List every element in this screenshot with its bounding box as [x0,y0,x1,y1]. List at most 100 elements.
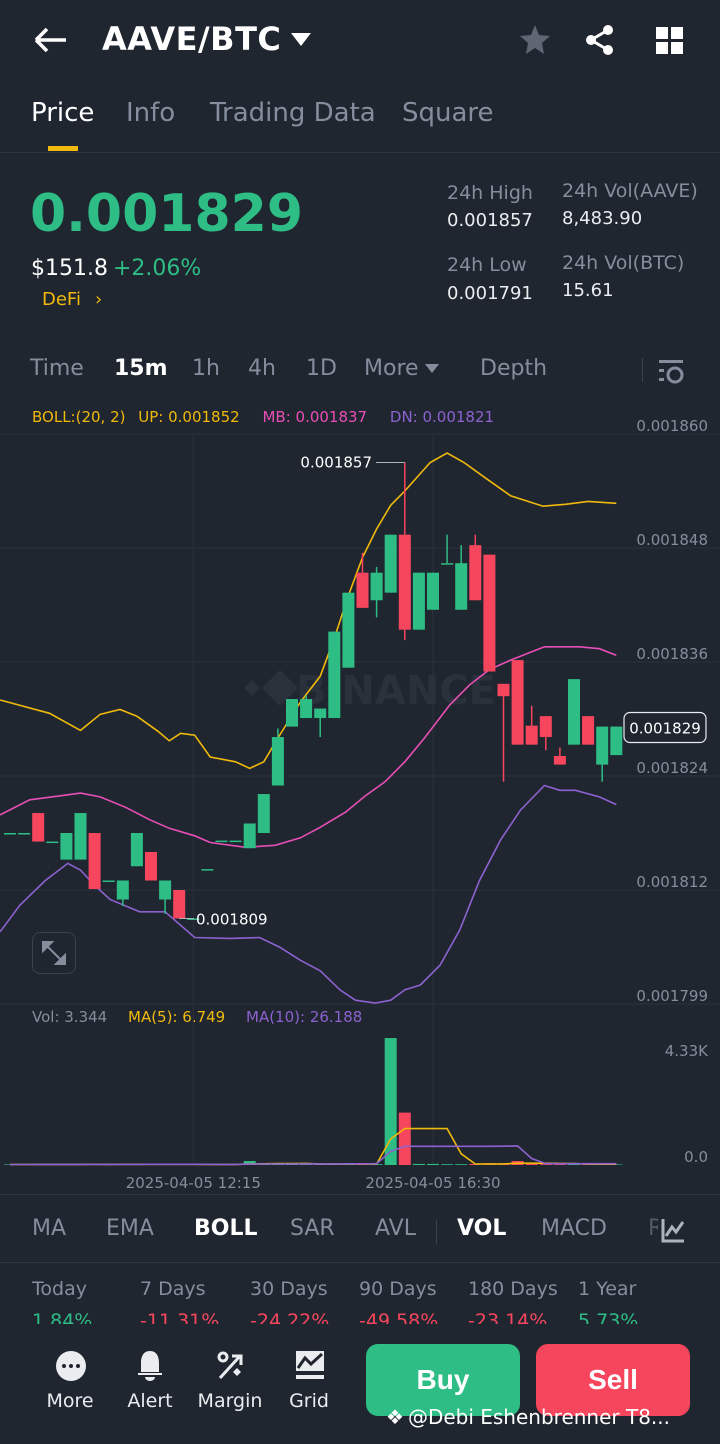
candle-body [159,880,172,900]
price-tick-label: 0.001812 [636,873,708,891]
margin-percent-icon[interactable] [216,1350,246,1382]
boll-lower-line [0,784,617,1004]
indicator-macd[interactable]: MACD [541,1216,607,1241]
indicator-avl[interactable]: AVL [375,1216,416,1241]
candle-body [539,716,552,738]
candle-body [427,572,439,610]
period-label: Today [32,1278,87,1300]
candle-body [356,572,369,608]
period-label: 180 Days [468,1278,558,1300]
price-tick-label: 0.001848 [636,531,708,549]
current-price-label: 0.001829 [629,720,701,738]
volume-bar [427,1163,439,1165]
candle-body [525,725,538,745]
indicator-sar[interactable]: SAR [290,1216,335,1241]
period-label: 30 Days [250,1278,328,1300]
candle-body [4,833,16,835]
candle-body [229,840,242,843]
low-marker-label: 0.001809 [196,911,268,929]
margin-label[interactable]: Margin [195,1390,265,1412]
candle-body [553,756,566,765]
period-change: 5.73% [578,1310,639,1324]
candle-body [32,813,45,842]
grid-bot-icon[interactable] [295,1350,325,1382]
binance-diamond-icon: ❖ [386,1405,404,1429]
candle-body [384,534,397,593]
candlestick-chart[interactable]: BINANCE 0.001860 0.001848 0.001836 0.001824… [0,0,720,1200]
volume-bar [455,1164,468,1165]
candle-body [497,683,510,697]
more-label[interactable]: More [35,1390,105,1412]
candle-body [455,563,468,610]
attribution-text: @Debi Eshenbrenner T8... [407,1405,670,1429]
fullscreen-button[interactable] [32,932,76,974]
high-marker-label: 0.001857 [300,454,372,472]
volume-bar [441,1164,454,1165]
candle-body [102,880,115,882]
candle-body [286,699,298,727]
candle-body [610,726,623,756]
grid-label[interactable]: Grid [274,1390,344,1412]
alert-label[interactable]: Alert [115,1390,185,1412]
indicator-vol[interactable]: VOL [457,1216,506,1241]
more-dots-icon [56,1351,86,1381]
indicator-boll[interactable]: BOLL [194,1216,258,1241]
divider [0,1194,720,1195]
period-change: -23.14% [468,1310,548,1324]
vol-ma10-line [10,1145,617,1166]
candle-body [60,833,73,860]
attribution: ❖ @Debi Eshenbrenner T8... [386,1405,670,1429]
period-change: -11.31% [140,1310,220,1324]
volume-tick-label: 4.33K [665,1042,709,1060]
candle-body [300,699,313,719]
indicator-ema[interactable]: EMA [106,1216,154,1241]
divider [0,1262,720,1263]
indicator-settings-icon[interactable] [660,1218,686,1244]
period-label: 7 Days [140,1278,206,1300]
candle-body [441,563,454,565]
candle-body [116,880,129,900]
candle-body [412,572,425,630]
candle-body [74,813,87,860]
candle-body [398,534,411,630]
bell-icon[interactable] [136,1350,164,1382]
period-label: 1 Year [578,1278,637,1300]
volume-bar [525,1163,538,1165]
candle-body [568,679,580,745]
volume-bar [412,1163,425,1165]
price-tick-label: 0.001824 [636,759,708,777]
candle-body [314,708,327,719]
divider [436,1220,437,1244]
candle-body [46,841,59,844]
candle-body [511,660,524,745]
volume-bar [398,1112,411,1165]
period-change: 1.84% [32,1310,93,1324]
price-tick-label: 0.001799 [636,987,708,1005]
expand-icon [42,941,66,965]
time-tick-label: 2025-04-05 16:30 [365,1174,500,1192]
candle-body [18,833,31,835]
candle-body [243,823,256,849]
time-tick-label: 2025-04-05 12:15 [126,1174,261,1192]
indicator-ma[interactable]: MA [32,1216,66,1241]
boll-upper-line [0,452,617,770]
period-label: 90 Days [359,1278,437,1300]
price-tick-label: 0.001860 [636,417,708,435]
price-tick-label: 0.001836 [636,645,708,663]
indicator-rsi[interactable]: RSI [648,1216,658,1241]
candle-body [88,833,101,890]
candle-body [582,716,595,745]
volume-tick-label: 0.0 [684,1148,708,1166]
candle-body [596,726,609,765]
candle-body [342,592,355,668]
candle-body [130,833,143,867]
candle-body [469,545,482,601]
period-change: -24.22% [250,1310,330,1324]
vol-ma5-line [10,1127,617,1166]
candle-body [483,554,496,672]
candle-body [173,890,186,919]
candle-body [145,852,157,881]
candle-body [271,737,284,786]
candle-body [257,794,270,833]
watermark: BINANCE [296,668,496,714]
